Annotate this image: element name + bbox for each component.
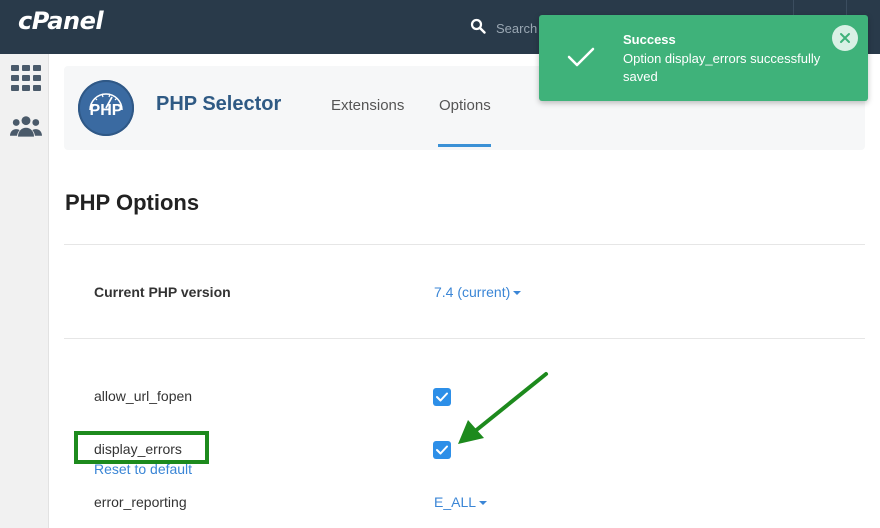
active-tab-indicator: [438, 144, 491, 147]
divider: [64, 338, 865, 339]
success-toast: Success Option display_errors successful…: [539, 15, 868, 101]
highlight-annotation: [74, 431, 209, 464]
caret-down-icon: [513, 291, 522, 295]
search-icon: [470, 18, 486, 39]
divider: [64, 244, 865, 245]
grid-icon[interactable]: [10, 64, 42, 92]
close-toast-button[interactable]: [832, 25, 858, 51]
php-version-value: 7.4 (current): [434, 284, 511, 300]
checkmark-icon: [436, 445, 448, 455]
allow-url-fopen-checkbox[interactable]: [433, 388, 451, 406]
option-label-allow-url-fopen: allow_url_fopen: [94, 388, 193, 404]
php-logo: PHP: [78, 80, 134, 136]
error-reporting-dropdown[interactable]: E_ALL: [434, 494, 488, 510]
search-area[interactable]: Search: [470, 18, 537, 39]
search-input[interactable]: Search: [496, 21, 537, 36]
caret-down-icon: [479, 501, 488, 505]
display-errors-checkbox[interactable]: [433, 441, 451, 459]
php-version-dropdown[interactable]: 7.4 (current): [434, 284, 522, 300]
tab-extensions[interactable]: Extensions: [331, 97, 404, 114]
php-version-label: Current PHP version: [94, 284, 231, 300]
tab-options[interactable]: Options: [439, 97, 491, 114]
page-title: PHP Options: [65, 190, 200, 215]
php-logo-text: PHP: [89, 102, 123, 119]
left-rail: [0, 54, 49, 528]
cpanel-logo[interactable]: cPanel: [18, 7, 104, 35]
check-icon: [567, 46, 595, 73]
page-header-title: PHP Selector: [156, 93, 282, 115]
error-reporting-value: E_ALL: [434, 494, 477, 510]
users-icon[interactable]: [10, 112, 42, 140]
option-label-error-reporting: error_reporting: [94, 494, 187, 510]
toast-title: Success: [623, 32, 676, 47]
checkmark-icon: [436, 392, 448, 402]
close-icon: [840, 33, 850, 43]
toast-message: Option display_errors successfully saved: [623, 51, 821, 84]
arrow-annotation-icon: [458, 372, 548, 444]
